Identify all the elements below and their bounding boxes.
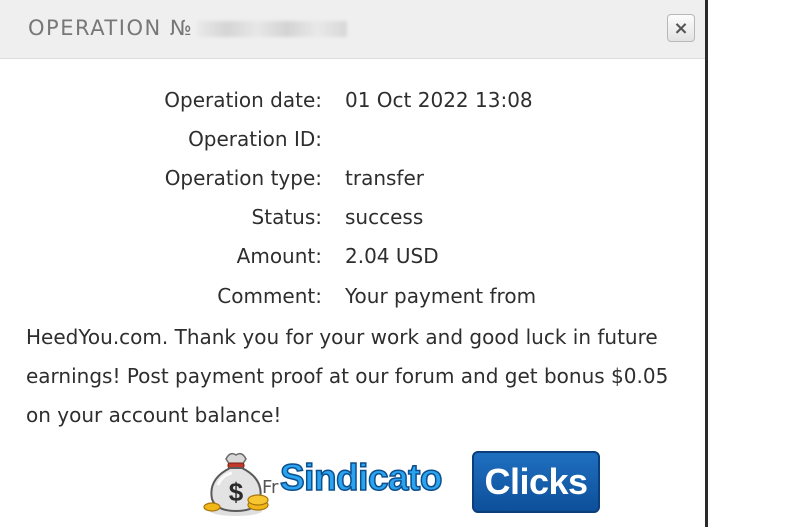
sindicato-clicks-banner[interactable]: $ Fr Sindicato Clicks [200,445,602,517]
comment-label: Comment: [217,284,322,308]
operation-modal: OPERATION № × Operation date: 01 Oct 202… [0,0,708,527]
operation-type-value: transfer [345,166,424,190]
status-value: success [345,205,424,229]
operation-id-label: Operation ID: [188,127,322,151]
modal-title: OPERATION № [28,16,348,40]
comment-value: Your payment from [345,284,537,308]
close-icon: × [673,17,689,39]
modal-title-text: OPERATION № [28,16,194,40]
status-label: Status: [251,205,322,229]
svg-text:$: $ [229,477,244,507]
operation-type-label: Operation type: [164,166,322,190]
operation-date-label: Operation date: [164,88,322,112]
amount-value: 2.04 USD [345,244,439,268]
close-button[interactable]: × [667,14,695,42]
brand-clicks-box: Clicks [472,451,600,513]
banner-partial-text: Fr [262,477,279,498]
brand-sindicato-text: Sindicato [279,456,443,499]
brand-clicks-text: Clicks [484,461,588,502]
amount-label: Amount: [236,244,322,268]
operation-date-value: 01 Oct 2022 13:08 [345,88,533,112]
comment-continuation: HeedYou.com. Thank you for your work and… [26,325,669,427]
redacted-operation-number [197,21,348,37]
modal-header: OPERATION № × [0,0,705,59]
